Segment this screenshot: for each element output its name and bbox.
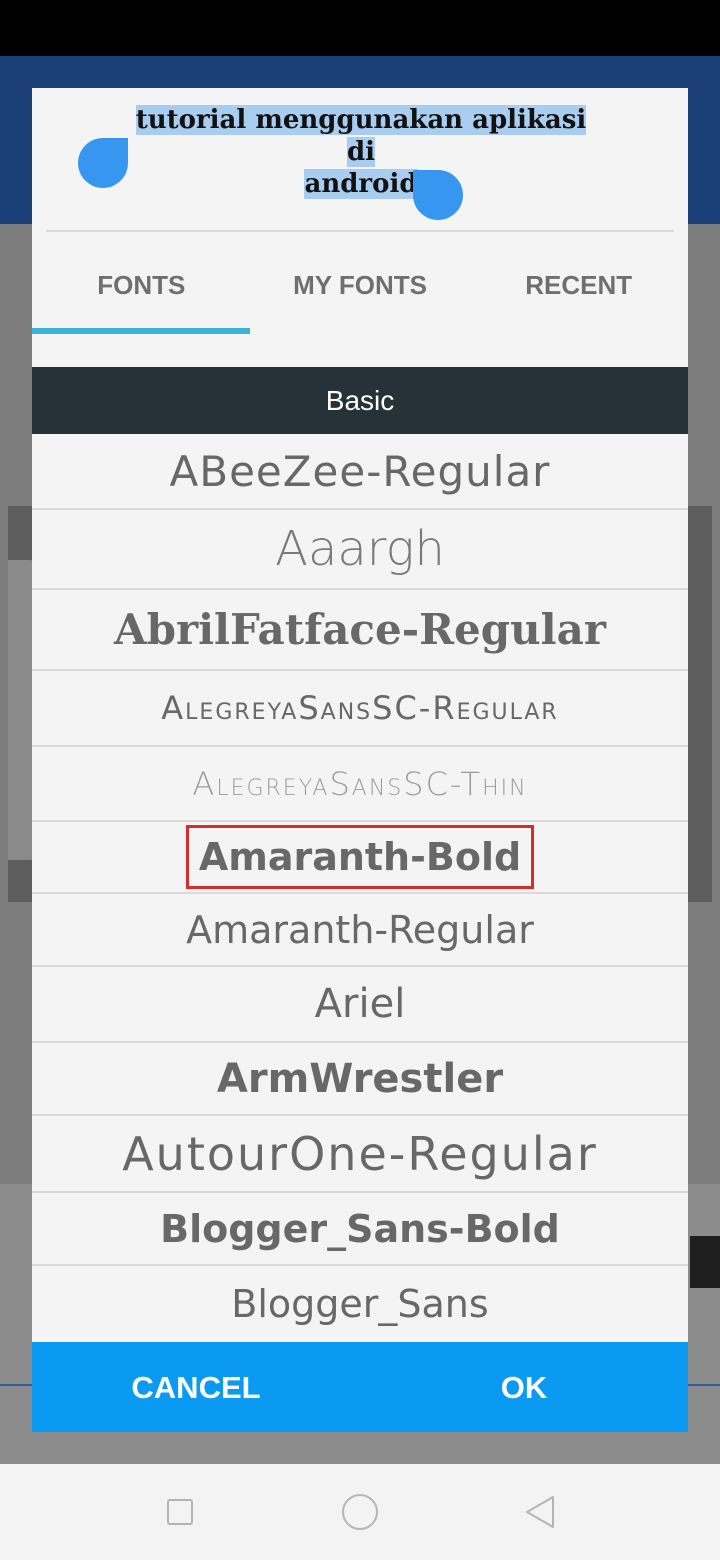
font-item[interactable]: Amaranth-Regular bbox=[32, 894, 688, 967]
home-button[interactable] bbox=[300, 1464, 420, 1560]
font-item[interactable]: AbrilFatface-Regular bbox=[32, 590, 688, 671]
status-bar bbox=[0, 0, 720, 56]
font-item-label: Aaargh bbox=[275, 521, 445, 577]
font-item[interactable]: AlegreyaSansSC-Regular bbox=[32, 671, 688, 747]
tab-my-fonts[interactable]: MY FONTS bbox=[251, 232, 470, 334]
selection-handle-start[interactable] bbox=[78, 138, 128, 188]
font-item-label: ArmWrestler bbox=[216, 1055, 504, 1102]
font-item-label: Ariel bbox=[314, 981, 406, 1027]
section-header: Basic bbox=[32, 367, 688, 434]
font-item[interactable]: Ariel bbox=[32, 967, 688, 1043]
ok-button[interactable]: OK bbox=[360, 1342, 688, 1432]
font-item[interactable]: ArmWrestler bbox=[32, 1043, 688, 1116]
font-item[interactable]: Blogger_Sans bbox=[32, 1266, 688, 1342]
dialog-buttons: CANCEL OK bbox=[32, 1342, 688, 1432]
cancel-button[interactable]: CANCEL bbox=[32, 1342, 360, 1432]
font-list[interactable]: ABeeZee-Regular Aaargh AbrilFatface-Regu… bbox=[32, 434, 688, 1342]
tab-recent[interactable]: RECENT bbox=[469, 232, 688, 334]
font-item-label: Amaranth-Bold bbox=[185, 825, 535, 889]
circle-icon bbox=[342, 1494, 378, 1530]
text-preview: tutorial menggunakan aplikasi di android bbox=[32, 88, 688, 230]
font-item-selected[interactable]: Amaranth-Bold bbox=[32, 822, 688, 894]
selection-handle-end[interactable] bbox=[413, 170, 463, 220]
font-item[interactable]: AlegreyaSansSC-Thin bbox=[32, 747, 688, 822]
tab-fonts[interactable]: FONTS bbox=[32, 232, 251, 334]
font-item-label: ABeeZee-Regular bbox=[169, 446, 551, 496]
back-button[interactable] bbox=[480, 1464, 600, 1560]
preview-text[interactable]: tutorial menggunakan aplikasi di android bbox=[126, 104, 596, 200]
font-item[interactable]: AutourOne-Regular bbox=[32, 1116, 688, 1193]
font-item-label: AlegreyaSansSC-Thin bbox=[192, 764, 528, 803]
recents-button[interactable] bbox=[120, 1464, 240, 1560]
font-item-label: Blogger_Sans-Bold bbox=[160, 1206, 560, 1251]
active-tab-indicator bbox=[32, 328, 250, 334]
font-item[interactable]: ABeeZee-Regular bbox=[32, 434, 688, 510]
font-picker-dialog: tutorial menggunakan aplikasi di android… bbox=[32, 88, 688, 1432]
preview-text-line2: android bbox=[304, 169, 418, 199]
app-side-thumbnail bbox=[690, 1236, 720, 1288]
font-item-label: AutourOne-Regular bbox=[122, 1126, 598, 1181]
square-icon bbox=[167, 1499, 193, 1525]
font-tabs: FONTS MY FONTS RECENT bbox=[32, 232, 688, 334]
font-item[interactable]: Aaargh bbox=[32, 510, 688, 590]
preview-text-line1: tutorial menggunakan aplikasi di bbox=[135, 105, 587, 167]
font-item-label: Blogger_Sans bbox=[231, 1282, 489, 1326]
font-item[interactable]: Blogger_Sans-Bold bbox=[32, 1193, 688, 1266]
back-triangle-icon bbox=[526, 1496, 554, 1528]
font-item-label: Amaranth-Regular bbox=[186, 907, 534, 952]
font-item-label: AlegreyaSansSC-Regular bbox=[161, 689, 559, 727]
font-item-label: AbrilFatface-Regular bbox=[114, 605, 606, 654]
navigation-bar bbox=[0, 1464, 720, 1560]
